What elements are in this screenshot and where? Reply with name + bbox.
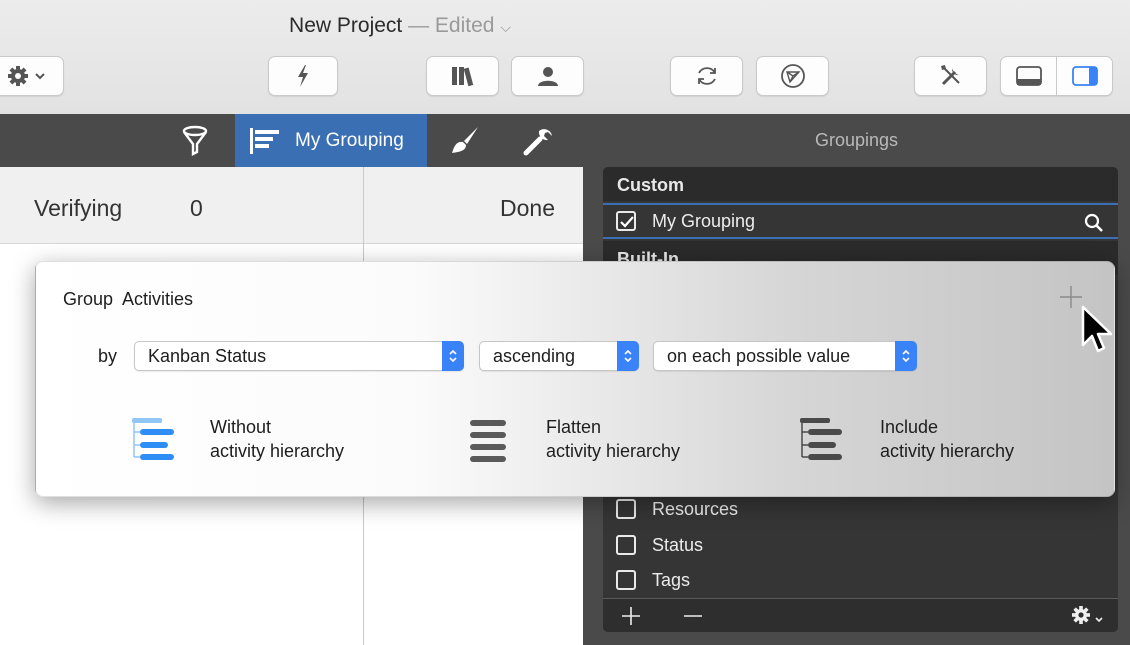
group-activities-popover: Group Activities by Kanban Status ascend… (35, 261, 1115, 497)
right-panel-icon (1071, 66, 1098, 86)
option-include-hierarchy[interactable]: Include activity hierarchy (794, 410, 1074, 470)
option-label-line1: Flatten (546, 417, 602, 437)
list-item-status[interactable]: Status (603, 528, 1118, 562)
select-value: ascending (493, 345, 576, 366)
flatten-hierarchy-icon (470, 420, 506, 462)
bottom-panel-button[interactable] (1001, 57, 1057, 95)
option-label-line1: Include (880, 417, 939, 437)
option-without-hierarchy[interactable]: Without activity hierarchy (126, 410, 386, 470)
chevron-updown-icon (442, 341, 464, 371)
select-value: Kanban Status (148, 345, 267, 366)
list-item-tags[interactable]: Tags (603, 563, 1118, 597)
chevron-updown-icon (617, 341, 639, 371)
window-toolbar: New Project — Edited ⌵ (0, 0, 1130, 114)
section-header-custom: Custom (603, 167, 1118, 201)
groupings-panel-title: Groupings (814, 130, 899, 150)
styles-button[interactable] (450, 125, 480, 162)
list-item-my-grouping[interactable]: My Grouping (603, 203, 1118, 239)
settings-wrench-button[interactable] (522, 125, 554, 162)
library-button[interactable] (426, 56, 499, 96)
lightning-icon (298, 65, 308, 87)
panel-toggle-group (1000, 56, 1113, 96)
brush-icon (452, 127, 478, 153)
option-label-line2: activity hierarchy (210, 441, 345, 461)
grouping-icon (250, 127, 279, 154)
group-mode-select[interactable]: on each possible value (653, 341, 917, 371)
tools-icon (940, 65, 960, 86)
project-name: New Project (289, 14, 403, 37)
grouping-label: Resources (652, 498, 739, 519)
add-icon[interactable] (620, 605, 642, 627)
group-field-select[interactable]: Kanban Status (134, 341, 464, 371)
option-label-line2: activity hierarchy (546, 441, 681, 461)
gear-menu-icon[interactable] (1068, 604, 1108, 628)
refresh-button[interactable] (670, 56, 743, 96)
column-title-done: Done (500, 195, 555, 221)
wrench-icon (523, 129, 552, 156)
include-hierarchy-icon (800, 418, 842, 460)
filter-icon (182, 125, 208, 156)
option-flatten-hierarchy[interactable]: Flatten activity hierarchy (466, 410, 726, 470)
chevron-updown-icon (895, 341, 917, 371)
checkbox-unchecked[interactable] (616, 535, 636, 555)
active-grouping-label: My Grouping (295, 129, 404, 151)
refresh-icon (697, 67, 716, 85)
grouping-label: Status (652, 534, 704, 555)
right-panel-button[interactable] (1057, 57, 1112, 95)
tools-button[interactable] (914, 56, 987, 96)
view-options-bar: My Grouping Groupings (0, 114, 1130, 167)
bottom-panel-icon (1015, 66, 1042, 86)
gear-icon (8, 66, 45, 86)
board-column-headers: Verifying 0 Done (0, 167, 583, 244)
checkbox-unchecked[interactable] (616, 499, 636, 519)
filter-button[interactable] (180, 125, 210, 162)
mouse-cursor-icon (1081, 305, 1113, 353)
by-label: by (98, 346, 118, 366)
grouping-label: Tags (652, 569, 691, 590)
without-hierarchy-icon (132, 418, 174, 460)
list-footer (603, 598, 1118, 632)
option-label-line2: activity hierarchy (880, 441, 1015, 461)
column-count: 0 (190, 195, 203, 221)
network-button[interactable] (756, 56, 829, 96)
person-icon (537, 67, 558, 86)
action-menu-button[interactable] (0, 56, 64, 96)
select-value: on each possible value (667, 345, 851, 366)
option-label-line1: Without (210, 417, 272, 437)
popover-title: Group Activities (63, 289, 194, 309)
checkbox-unchecked[interactable] (616, 570, 636, 590)
column-title-verifying: Verifying (34, 195, 123, 221)
list-item-resources[interactable]: Resources (603, 492, 1118, 526)
network-icon (780, 64, 805, 88)
search-icon[interactable] (1084, 213, 1104, 233)
lightning-button[interactable] (268, 56, 338, 96)
remove-icon[interactable] (682, 605, 704, 627)
window-title: New Project — Edited ⌵ (0, 14, 800, 38)
checkbox-checked[interactable] (616, 211, 636, 231)
grouping-label: My Grouping (652, 210, 756, 231)
library-icon (451, 67, 473, 87)
person-button[interactable] (511, 56, 584, 96)
edited-indicator[interactable]: — Edited ⌵ (408, 14, 511, 37)
tab-grouping[interactable]: My Grouping (235, 114, 427, 167)
sort-order-select[interactable]: ascending (479, 341, 639, 371)
